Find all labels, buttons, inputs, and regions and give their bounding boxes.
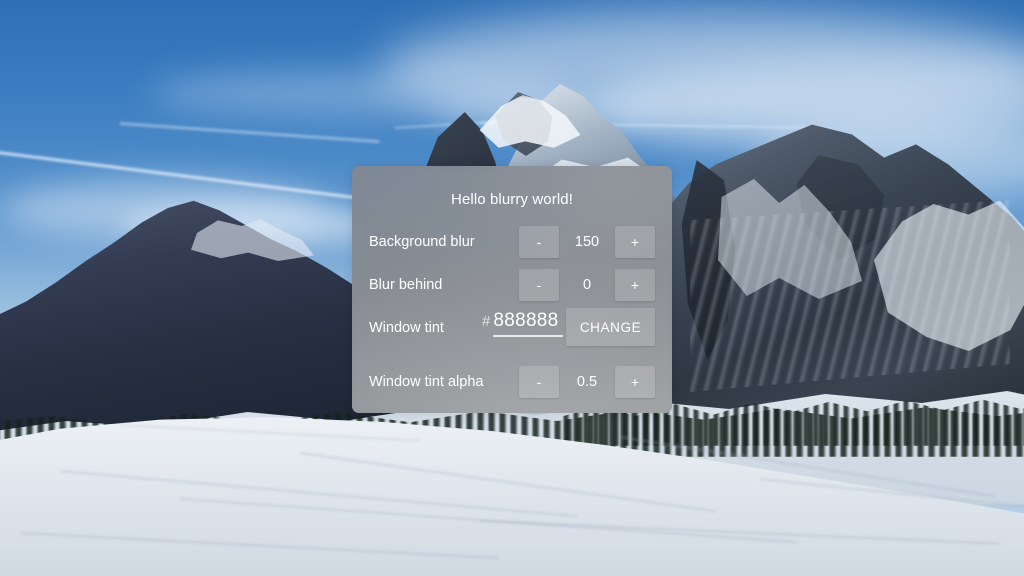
window-tint-field: # [482, 310, 564, 337]
row-label-window-tint: Window tint [369, 320, 444, 336]
decrement-background-blur-button[interactable]: - [519, 226, 559, 258]
decrement-blur-behind-button[interactable]: - [519, 269, 559, 301]
row-blur-behind: Blur behind - 0 + [352, 265, 672, 305]
row-label-blur-behind: Blur behind [369, 277, 443, 293]
increment-window-tint-alpha-button[interactable]: + [615, 366, 655, 398]
panel-content: Hello blurry world! Background blur - 15… [352, 166, 672, 413]
row-window-tint-alpha: Window tint alpha - 0.5 + [352, 362, 672, 402]
app-screen: Hello blurry world! Background blur - 15… [0, 0, 1024, 576]
stepper-background-blur: - 150 + [519, 226, 655, 258]
panel-title: Hello blurry world! [451, 191, 573, 208]
stepper-window-tint-alpha: - 0.5 + [519, 366, 655, 398]
cloud-band [380, 10, 1024, 130]
row-label-window-tint-alpha: Window tint alpha [369, 374, 484, 390]
decrement-window-tint-alpha-button[interactable]: - [519, 366, 559, 398]
value-background-blur: 150 [574, 234, 600, 250]
blur-settings-panel: Hello blurry world! Background blur - 15… [352, 166, 672, 413]
increment-blur-behind-button[interactable]: + [615, 269, 655, 301]
row-background-blur: Background blur - 150 + [352, 222, 672, 262]
value-blur-behind: 0 [582, 277, 592, 293]
value-window-tint-alpha: 0.5 [576, 374, 598, 390]
window-tint-hex-input[interactable] [493, 310, 564, 337]
stepper-blur-behind: - 0 + [519, 269, 655, 301]
increment-background-blur-button[interactable]: + [615, 226, 655, 258]
change-window-tint-button[interactable]: CHANGE [566, 308, 655, 346]
contrail [0, 150, 388, 204]
contrail [119, 122, 380, 144]
row-window-tint: Window tint # CHANGE [352, 308, 672, 348]
row-label-background-blur: Background blur [369, 234, 475, 250]
hash-symbol-icon: # [482, 313, 491, 330]
